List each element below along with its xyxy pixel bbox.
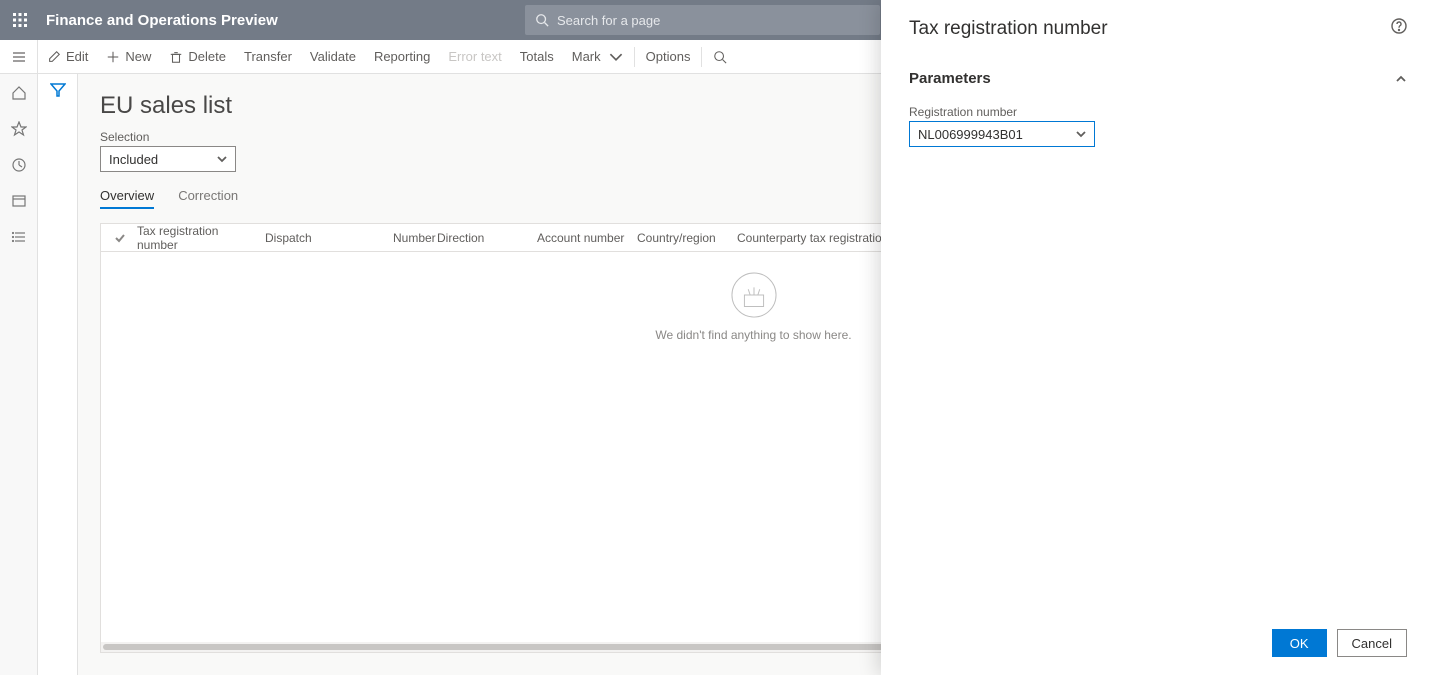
edit-label: Edit (66, 49, 88, 64)
col-tax-reg[interactable]: Tax registration number (131, 224, 259, 252)
filter-icon[interactable] (50, 82, 66, 98)
global-search-input[interactable]: Search for a page (525, 5, 880, 35)
pencil-icon (47, 50, 61, 64)
search-icon (713, 50, 727, 64)
chevron-down-icon (217, 154, 227, 164)
error-text-label: Error text (448, 49, 501, 64)
filter-column (38, 74, 78, 675)
panel-footer: OK Cancel (909, 609, 1407, 657)
nav-home[interactable] (10, 84, 28, 102)
options-label: Options (646, 49, 691, 64)
search-placeholder: Search for a page (557, 13, 660, 28)
edit-button[interactable]: Edit (38, 40, 97, 74)
new-label: New (125, 49, 151, 64)
waffle-icon (12, 12, 28, 28)
col-dispatch[interactable]: Dispatch (259, 231, 387, 245)
help-button[interactable] (1391, 18, 1407, 37)
side-panel: Tax registration number Parameters Regis… (881, 0, 1429, 675)
nav-workspaces[interactable] (10, 192, 28, 210)
panel-header: Tax registration number (909, 18, 1407, 40)
section-title: Parameters (909, 70, 991, 87)
app-launcher-button[interactable] (0, 0, 40, 40)
parameters-section-toggle[interactable]: Parameters (909, 70, 1407, 87)
transfer-button[interactable]: Transfer (235, 40, 301, 74)
new-button[interactable]: New (97, 40, 160, 74)
delete-button[interactable]: Delete (160, 40, 235, 74)
workspace-icon (11, 193, 27, 209)
separator (634, 47, 635, 67)
registration-number-input[interactable]: NL006999943B01 (909, 121, 1095, 147)
empty-icon (731, 272, 777, 318)
check-icon (114, 232, 126, 244)
selection-value: Included (109, 152, 158, 167)
empty-message: We didn't find anything to show here. (655, 328, 851, 342)
chevron-down-icon (609, 50, 623, 64)
separator (701, 47, 702, 67)
reporting-button[interactable]: Reporting (365, 40, 439, 74)
options-button[interactable]: Options (637, 40, 700, 74)
star-icon (11, 121, 27, 137)
home-icon (11, 85, 27, 101)
selection-dropdown[interactable]: Included (100, 146, 236, 172)
validate-button[interactable]: Validate (301, 40, 365, 74)
trash-icon (169, 50, 183, 64)
hamburger-icon (11, 49, 27, 65)
validate-label: Validate (310, 49, 356, 64)
col-direction[interactable]: Direction (431, 231, 531, 245)
tab-overview[interactable]: Overview (100, 188, 154, 209)
nav-toggle-button[interactable] (0, 40, 38, 74)
transfer-label: Transfer (244, 49, 292, 64)
plus-icon (106, 50, 120, 64)
help-icon (1391, 18, 1407, 34)
clock-icon (11, 157, 27, 173)
search-icon (535, 13, 549, 27)
reporting-label: Reporting (374, 49, 430, 64)
totals-label: Totals (520, 49, 554, 64)
page-search-button[interactable] (704, 40, 736, 74)
panel-title: Tax registration number (909, 18, 1108, 40)
nav-recent[interactable] (10, 156, 28, 174)
left-nav (0, 74, 38, 675)
registration-number-label: Registration number (909, 105, 1407, 119)
col-account[interactable]: Account number (531, 231, 631, 245)
mark-label: Mark (572, 49, 601, 64)
registration-number-field: Registration number NL006999943B01 (909, 105, 1407, 147)
chevron-down-icon (1076, 129, 1086, 139)
delete-label: Delete (188, 49, 226, 64)
error-text-button: Error text (439, 40, 510, 74)
ok-button[interactable]: OK (1272, 629, 1327, 657)
nav-favorites[interactable] (10, 120, 28, 138)
totals-button[interactable]: Totals (511, 40, 563, 74)
tab-correction[interactable]: Correction (178, 188, 238, 209)
app-title: Finance and Operations Preview (46, 12, 278, 29)
col-country[interactable]: Country/region (631, 231, 731, 245)
nav-modules[interactable] (10, 228, 28, 246)
col-number[interactable]: Number (387, 231, 431, 245)
registration-number-value: NL006999943B01 (918, 127, 1023, 142)
chevron-up-icon (1395, 73, 1407, 85)
cancel-button[interactable]: Cancel (1337, 629, 1407, 657)
mark-menu[interactable]: Mark (563, 40, 632, 74)
select-all-checkbox[interactable] (109, 232, 131, 244)
list-icon (11, 229, 27, 245)
